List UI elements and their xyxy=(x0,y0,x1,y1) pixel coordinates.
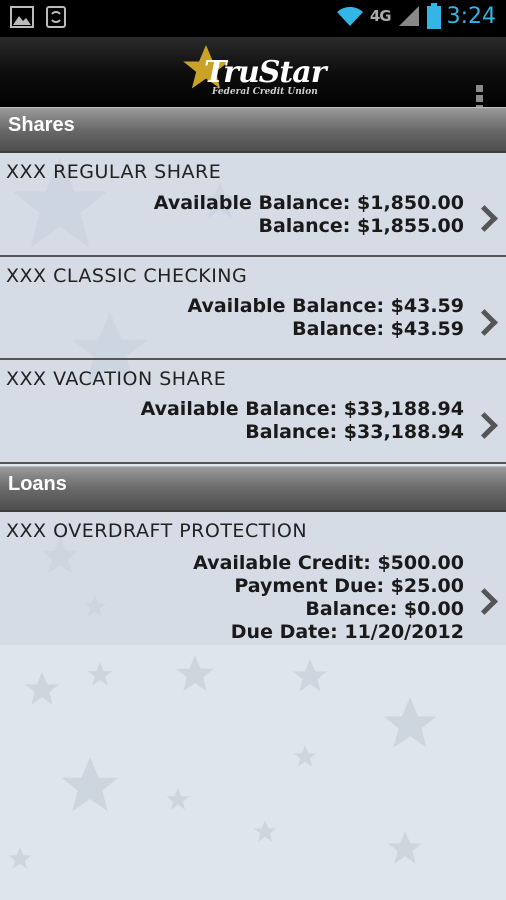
status-bar: 4G 3:24 xyxy=(0,0,506,37)
chevron-right-icon xyxy=(471,412,498,439)
balance: Balance: $0.00 xyxy=(305,598,464,620)
available-balance: Available Balance: $33,188.94 xyxy=(140,398,464,420)
sync-icon xyxy=(46,6,66,28)
account-row-vacation-share[interactable]: XXX VACATION SHARE Available Balance: $3… xyxy=(0,360,506,464)
brand-name: TruStar xyxy=(204,55,327,90)
account-name: XXX VACATION SHARE xyxy=(6,368,227,390)
balance: Balance: $33,188.94 xyxy=(245,421,464,443)
app-header: TruStar Federal Credit Union xyxy=(0,37,506,112)
brand-logo: TruStar Federal Credit Union xyxy=(182,43,332,103)
chevron-right-icon xyxy=(471,205,498,232)
wifi-icon xyxy=(336,6,363,27)
available-credit: Available Credit: $500.00 xyxy=(193,552,464,574)
due-date: Due Date: 11/20/2012 xyxy=(230,621,464,643)
signal-icon xyxy=(398,6,419,26)
available-balance: Available Balance: $43.59 xyxy=(187,295,464,317)
section-header-shares: Shares xyxy=(0,107,506,153)
clock: 3:24 xyxy=(446,3,496,29)
account-row-overdraft-protection[interactable]: XXX OVERDRAFT PROTECTION Available Credi… xyxy=(0,512,506,645)
account-name: XXX CLASSIC CHECKING xyxy=(6,265,248,287)
account-name: XXX REGULAR SHARE xyxy=(6,161,222,183)
section-header-loans: Loans xyxy=(0,466,506,512)
brand-subtitle: Federal Credit Union xyxy=(212,87,318,97)
chevron-right-icon xyxy=(471,588,498,615)
battery-icon xyxy=(426,3,441,29)
payment-due: Payment Due: $25.00 xyxy=(234,575,464,597)
available-balance: Available Balance: $1,850.00 xyxy=(153,192,464,214)
section-title: Loans xyxy=(8,473,67,495)
balance: Balance: $43.59 xyxy=(292,318,464,340)
account-row-classic-checking[interactable]: XXX CLASSIC CHECKING Available Balance: … xyxy=(0,257,506,360)
account-name: XXX OVERDRAFT PROTECTION xyxy=(6,520,308,542)
chevron-right-icon xyxy=(471,309,498,336)
section-title: Shares xyxy=(8,114,75,136)
network-type: 4G xyxy=(369,7,392,25)
gallery-icon xyxy=(10,6,34,28)
account-row-regular-share[interactable]: XXX REGULAR SHARE Available Balance: $1,… xyxy=(0,153,506,257)
balance: Balance: $1,855.00 xyxy=(258,215,464,237)
